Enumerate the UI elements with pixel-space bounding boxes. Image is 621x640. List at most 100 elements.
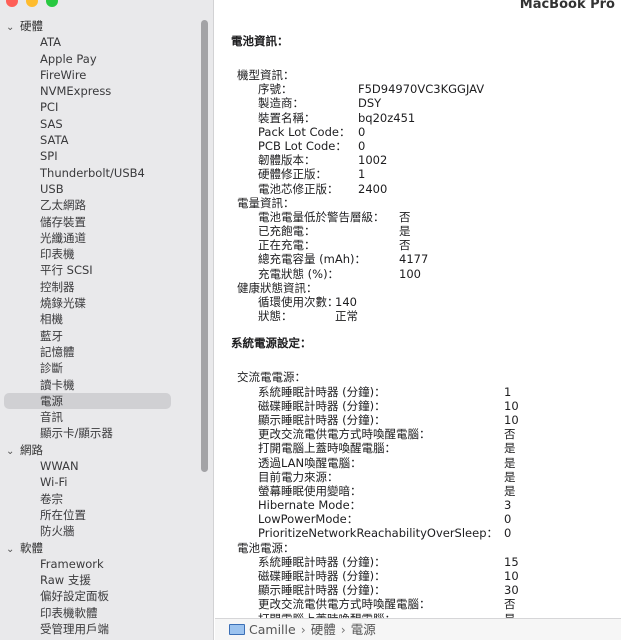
battery-power-row: 磁碟睡眠計時器 (分鐘)： 10 [231, 569, 621, 583]
info-key: 已充飽電： [258, 224, 316, 239]
sidebar-item[interactable]: 藍牙 [4, 328, 171, 344]
info-key: 電池電量低於警告層級： [258, 209, 385, 224]
zoom-window-button[interactable] [46, 0, 58, 7]
model-info-row: 製造商： DSY [231, 96, 621, 110]
battery-power-row: 更改交流電供電方式時喚醒電腦： 否 [231, 597, 621, 611]
ac-power-header: 交流電電源： [237, 370, 306, 385]
sidebar-item[interactable]: SAS [4, 116, 171, 132]
battery-power-row: 顯示睡眠計時器 (分鐘)： 30 [231, 583, 621, 597]
sidebar-item[interactable]: 燒錄光碟 [4, 295, 171, 311]
model-info-row: PCB Lot Code： 0 [231, 139, 621, 153]
info-value: 3 [504, 498, 512, 513]
sidebar-item[interactable]: Raw 支援 [4, 572, 171, 588]
sidebar-item[interactable]: 防火牆 [4, 523, 171, 539]
info-value: 15 [504, 554, 519, 569]
detail-content: 電池資訊： 機型資訊： 序號： F5D94970VC3KGGJAV 製造商： DSY 裝… [231, 33, 621, 626]
health-info-row: 循環使用次數： 140 [231, 295, 621, 309]
breadcrumb-separator: › [340, 622, 346, 637]
info-value: 0 [504, 512, 512, 527]
info-value: 是 [504, 455, 516, 470]
sidebar-item[interactable]: 平行 SCSI [4, 262, 171, 278]
charge-info-header: 電量資訊： [237, 195, 295, 210]
sidebar-item[interactable]: Thunderbolt/USB4 [4, 165, 171, 181]
sidebar-item[interactable]: 記憶體 [4, 344, 171, 360]
sidebar-item[interactable]: 乙太網路 [4, 197, 171, 213]
info-value: 否 [504, 597, 516, 612]
info-key: 韌體版本： [258, 153, 316, 168]
sidebar: ⌄ 硬體 ATA Apple Pay FireWire NVMExpress PCI SAS S… [0, 0, 214, 640]
model-info-row: 電池芯修正版： 2400 [231, 182, 621, 196]
chevron-down-icon[interactable]: ⌄ [6, 20, 20, 36]
sidebar-item[interactable]: 偏好設定面板 [4, 588, 171, 604]
info-key: 總充電容量 (mAh)： [258, 252, 366, 267]
sidebar-item[interactable]: 相機 [4, 311, 171, 327]
charge-info-row: 充電狀態 (%)： 100 [231, 267, 621, 281]
info-key: 系統睡眠計時器 (分鐘)： [258, 384, 386, 399]
info-key: 磁碟睡眠計時器 (分鐘)： [258, 398, 386, 413]
sidebar-category[interactable]: ⌄ 硬體 [0, 18, 199, 34]
battery-section-title: 電池資訊： [231, 34, 289, 48]
info-key: 磁碟睡眠計時器 (分鐘)： [258, 569, 386, 583]
breadcrumb-computer[interactable]: Camille [249, 622, 296, 637]
breadcrumb: Camille › 硬體 › 電源 [215, 618, 621, 640]
charge-info-row: 已充飽電： 是 [231, 224, 621, 238]
sidebar-item[interactable]: 診斷 [4, 360, 171, 376]
info-value: 1 [358, 167, 366, 182]
ac-power-row: 更改交流電供電方式時喚醒電腦： 否 [231, 427, 621, 441]
info-key: 製造商： [258, 96, 304, 111]
sidebar-item[interactable]: USB [4, 181, 171, 197]
sidebar-item[interactable]: Framework [4, 556, 171, 572]
sidebar-item[interactable]: 控制器 [4, 279, 171, 295]
minimize-window-button[interactable] [26, 0, 38, 7]
ac-power-row: PrioritizeNetworkReachabilityOverSleep： 0 [231, 526, 621, 540]
sidebar-item[interactable]: WWAN [4, 458, 171, 474]
breadcrumb-section[interactable]: 硬體 [311, 622, 336, 637]
sidebar-item[interactable]: 受管理用戶端 [4, 621, 171, 637]
charge-info-row: 電池電量低於警告層級： 否 [231, 210, 621, 224]
info-key: 電池芯修正版： [258, 181, 339, 196]
sidebar-item[interactable]: Wi-Fi [4, 474, 171, 490]
chevron-down-icon[interactable]: ⌄ [6, 444, 20, 460]
sidebar-item[interactable]: 電源 [4, 392, 171, 410]
sidebar-tree: ⌄ 硬體 ATA Apple Pay FireWire NVMExpress PCI SAS S… [0, 18, 199, 637]
info-key: 正在充電： [258, 238, 316, 253]
info-value: 是 [399, 224, 411, 239]
sidebar-item[interactable]: SPI [4, 148, 171, 164]
info-value: 否 [399, 209, 411, 224]
info-value: 0 [504, 526, 512, 541]
breadcrumb-item[interactable]: 電源 [351, 622, 376, 637]
sidebar-category[interactable]: ⌄ 網路 [0, 442, 199, 458]
sidebar-item[interactable]: 顯示卡/顯示器 [4, 425, 171, 441]
sidebar-item[interactable]: 所在位置 [4, 507, 171, 523]
sidebar-item[interactable]: 卷宗 [4, 491, 171, 507]
sidebar-item[interactable]: 讀卡機 [4, 377, 171, 393]
sidebar-item[interactable]: 印表機 [4, 246, 171, 262]
sidebar-item[interactable]: 光纖通道 [4, 230, 171, 246]
ac-power-row: LowPowerMode： 0 [231, 512, 621, 526]
info-value: 100 [399, 266, 421, 281]
chevron-down-icon[interactable]: ⌄ [6, 542, 20, 558]
sidebar-category[interactable]: ⌄ 軟體 [0, 540, 199, 556]
sidebar-category-label: 網路 [20, 442, 43, 457]
sidebar-item[interactable]: Apple Pay [4, 51, 171, 67]
sidebar-item[interactable]: 儲存裝置 [4, 214, 171, 230]
main-pane: MacBook Pro 電池資訊： 機型資訊： 序號： F5D94970VC3KG… [215, 0, 621, 640]
health-info-row: 狀態： 正常 [231, 309, 621, 323]
close-window-button[interactable] [6, 0, 18, 7]
info-value: bq20z451 [358, 110, 416, 125]
sidebar-item[interactable]: ATA [4, 34, 171, 50]
model-info-row: 韌體版本： 1002 [231, 153, 621, 167]
battery-power-header: 電池電源： [237, 540, 295, 555]
info-key: 打開電腦上蓋時喚醒電腦： [258, 441, 396, 456]
title-bar: MacBook Pro [215, 0, 621, 14]
sidebar-item[interactable]: 音訊 [4, 409, 171, 425]
sidebar-item[interactable]: PCI [4, 99, 171, 115]
sidebar-item[interactable]: NVMExpress [4, 83, 171, 99]
sidebar-item[interactable]: 印表機軟體 [4, 605, 171, 621]
sidebar-scrollbar[interactable] [201, 20, 208, 472]
breadcrumb-separator: › [300, 622, 306, 637]
sidebar-item[interactable]: SATA [4, 132, 171, 148]
charge-info-row: 總充電容量 (mAh)： 4177 [231, 252, 621, 266]
sidebar-item[interactable]: FireWire [4, 67, 171, 83]
info-value: 正常 [335, 309, 358, 324]
